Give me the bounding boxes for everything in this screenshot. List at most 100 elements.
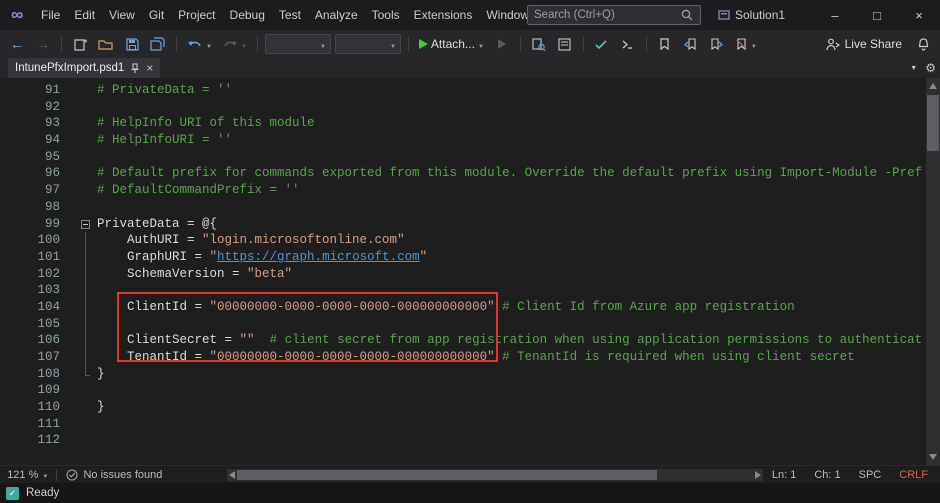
new-project-button[interactable]	[69, 33, 91, 55]
fold-margin	[60, 332, 97, 349]
menu-item-git[interactable]: Git	[142, 0, 171, 30]
attach-button[interactable]: Attach...	[416, 33, 487, 55]
menu-item-analyze[interactable]: Analyze	[308, 0, 365, 30]
redo-dropdown-caret-icon[interactable]	[241, 35, 247, 53]
solution-badge[interactable]: Solution1	[712, 0, 791, 30]
vertical-scrollbar[interactable]	[926, 78, 940, 465]
code-line[interactable]: 101 GraphURI = "https://graph.microsoft.…	[0, 249, 926, 266]
scroll-right-arrow-icon[interactable]	[755, 471, 761, 479]
vertical-scrollbar-thumb[interactable]	[927, 95, 939, 151]
code-line[interactable]: 103	[0, 282, 926, 299]
code-line[interactable]: 97# DefaultCommandPrefix = ''	[0, 182, 926, 199]
live-share-button[interactable]: Live Share	[819, 33, 908, 55]
undo-dropdown-caret-icon[interactable]	[206, 35, 212, 53]
code-line[interactable]: 102 SchemaVersion = "beta"	[0, 266, 926, 283]
pin-icon[interactable]	[130, 63, 140, 74]
platform-dropdown[interactable]	[335, 34, 401, 54]
configuration-dropdown[interactable]	[265, 34, 331, 54]
close-button[interactable]: ×	[898, 0, 940, 30]
zoom-control[interactable]: 121 %	[0, 469, 56, 481]
menu-item-edit[interactable]: Edit	[67, 0, 102, 30]
save-button[interactable]	[121, 33, 143, 55]
gear-icon[interactable]: ⚙	[925, 61, 936, 75]
start-without-debugging-button[interactable]	[491, 33, 513, 55]
undo-button[interactable]	[184, 33, 215, 55]
bookmark-previous-icon	[684, 37, 697, 51]
previous-bookmark-button[interactable]	[680, 33, 702, 55]
menu-item-debug[interactable]: Debug	[223, 0, 272, 30]
navigate-back-button[interactable]: ←	[6, 33, 28, 55]
tab-strip: IntunePfxImport.psd1 × ▼ ⚙	[0, 58, 940, 78]
code-line[interactable]: 108}	[0, 366, 926, 383]
code-line[interactable]: 93# HelpInfo URI of this module	[0, 115, 926, 132]
navigate-forward-button[interactable]: →	[32, 33, 54, 55]
line-ending-indicator[interactable]: CRLF	[890, 469, 940, 481]
feedback-button[interactable]	[912, 33, 934, 55]
scroll-up-arrow-icon[interactable]	[929, 83, 937, 89]
code-line[interactable]: 94# HelpInfoURI = ''	[0, 132, 926, 149]
code-line[interactable]: 99PrivateData = @{	[0, 216, 926, 233]
maximize-button[interactable]: □	[856, 0, 898, 30]
code-line[interactable]: 110}	[0, 399, 926, 416]
menu-item-extensions[interactable]: Extensions	[407, 0, 480, 30]
menu-item-view[interactable]: View	[102, 0, 142, 30]
solution-explorer-button[interactable]	[554, 33, 576, 55]
line-indicator[interactable]: Ln: 1	[763, 469, 805, 481]
code-line[interactable]: 105	[0, 316, 926, 333]
code-line[interactable]: 112	[0, 432, 926, 449]
code-line[interactable]: 111	[0, 416, 926, 433]
code-line[interactable]: 96# Default prefix for commands exported…	[0, 165, 926, 182]
navigate-symbols-button[interactable]	[617, 33, 639, 55]
tab-intunepfximport[interactable]: IntunePfxImport.psd1 ×	[8, 58, 160, 78]
fold-minus-icon[interactable]	[81, 220, 90, 229]
code-line[interactable]: 91# PrivateData = ''	[0, 82, 926, 99]
code-line[interactable]: 104 ClientId = "00000000-0000-0000-0000-…	[0, 299, 926, 316]
fold-margin	[60, 366, 97, 383]
scroll-down-arrow-icon[interactable]	[929, 454, 937, 460]
scroll-left-arrow-icon[interactable]	[229, 471, 235, 479]
save-all-button[interactable]	[147, 33, 169, 55]
code-line[interactable]: 109	[0, 382, 926, 399]
spaces-indicator[interactable]: SPC	[850, 469, 891, 481]
save-all-icon	[150, 37, 166, 52]
clear-bookmarks-button[interactable]	[732, 33, 760, 55]
horizontal-scrollbar[interactable]	[227, 469, 763, 481]
open-file-button[interactable]	[95, 33, 117, 55]
fold-margin	[60, 132, 97, 149]
menu-item-project[interactable]: Project	[171, 0, 222, 30]
issues-indicator[interactable]: No issues found	[56, 469, 208, 481]
minimize-button[interactable]: –	[814, 0, 856, 30]
code-line[interactable]: 95	[0, 149, 926, 166]
fold-collapse-button[interactable]	[60, 216, 97, 233]
menu-item-test[interactable]: Test	[272, 0, 308, 30]
bell-icon	[916, 37, 931, 52]
code-area[interactable]: 91# PrivateData = ''9293# HelpInfo URI o…	[0, 82, 926, 449]
menu-item-tools[interactable]: Tools	[365, 0, 407, 30]
search-box[interactable]: Search (Ctrl+Q)	[527, 5, 701, 25]
search-icon[interactable]	[680, 8, 694, 22]
tab-list-caret-icon[interactable]: ▼	[910, 65, 917, 72]
toolbar-separator	[61, 36, 62, 52]
status-bar: ✓ Ready	[0, 483, 940, 503]
toggle-bookmark-button[interactable]	[654, 33, 676, 55]
code-line[interactable]: 92	[0, 99, 926, 116]
code-line[interactable]: 107 TenantId = "00000000-0000-0000-0000-…	[0, 349, 926, 366]
find-in-files-button[interactable]	[528, 33, 550, 55]
horizontal-scrollbar-thumb[interactable]	[237, 470, 657, 480]
redo-button[interactable]	[219, 33, 250, 55]
tab-close-icon[interactable]: ×	[146, 62, 153, 74]
code-line[interactable]: 106 ClientSecret = "" # client secret fr…	[0, 332, 926, 349]
next-bookmark-button[interactable]	[706, 33, 728, 55]
code-line[interactable]: 100 AuthURI = "login.microsoftonline.com…	[0, 232, 926, 249]
zoom-level: 121 %	[7, 469, 38, 481]
menu-item-file[interactable]: File	[34, 0, 67, 30]
visual-studio-logo-icon: ∞	[0, 0, 34, 30]
attach-dropdown-caret-icon[interactable]	[478, 35, 484, 53]
background-tasks-icon[interactable]: ✓	[6, 487, 19, 500]
code-line[interactable]: 98	[0, 199, 926, 216]
search-placeholder: Search (Ctrl+Q)	[534, 9, 680, 21]
bookmark-dropdown-caret-icon[interactable]	[751, 35, 757, 53]
task-list-button[interactable]	[591, 33, 613, 55]
column-indicator[interactable]: Ch: 1	[805, 469, 849, 481]
toolbar-separator	[257, 36, 258, 52]
